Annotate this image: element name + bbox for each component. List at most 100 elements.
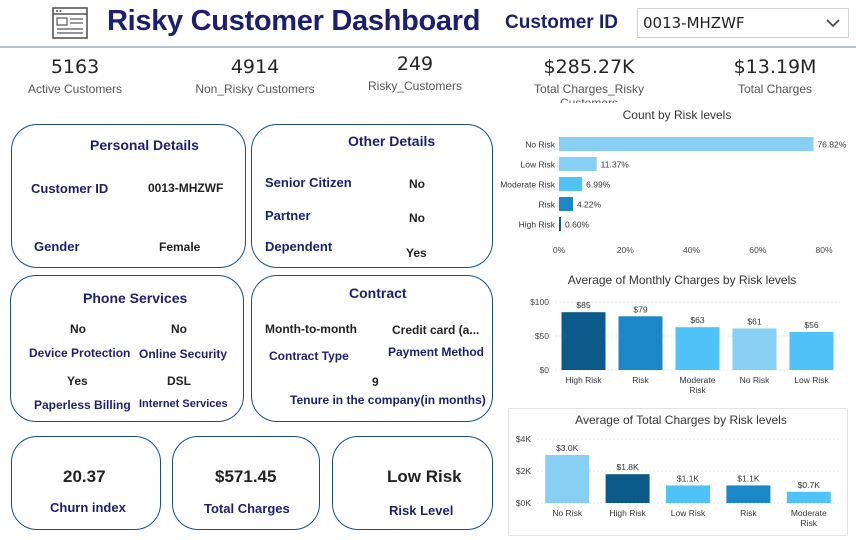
card-title: Phone Services [83, 290, 188, 306]
x-tick-label: Low Risk [794, 375, 829, 385]
card-title: Personal Details [90, 137, 199, 153]
x-tick-label: 40% [683, 245, 700, 255]
bar [618, 316, 663, 370]
kpi-value: $13.19M [733, 56, 817, 78]
device-protection-value: No [70, 322, 86, 336]
chevron-down-icon[interactable] [824, 14, 842, 32]
page-title: Risky Customer Dashboard [107, 5, 481, 37]
churn-index-value: 20.37 [63, 467, 106, 486]
gender-label: Gender [34, 239, 80, 254]
dependent-value: Yes [406, 246, 427, 260]
monthly-charges-chart: Average of Monthly Charges by Risk level… [505, 268, 851, 406]
bar [559, 177, 583, 191]
bar [559, 157, 597, 171]
online-security-value: No [171, 322, 187, 336]
bar [789, 331, 834, 370]
bar [605, 474, 650, 503]
risk-level-card: Low Risk Risk Level [332, 436, 493, 530]
y-tick-label: $4K [516, 434, 531, 444]
data-label: $1.1K [677, 473, 700, 483]
data-label: $1.1K [737, 473, 760, 483]
bar [786, 491, 831, 503]
x-tick-label: Risk [632, 375, 649, 385]
y-tick-label: $0 [540, 365, 550, 375]
bar [545, 455, 590, 503]
bar [561, 312, 606, 370]
x-tick-label: Risk [740, 508, 757, 518]
kpi-value: 249 [396, 53, 434, 75]
paperless-billing-value: Yes [67, 374, 88, 388]
bar [675, 327, 720, 370]
dependent-label: Dependent [265, 239, 333, 254]
x-tick-label: Risk [689, 385, 706, 395]
card-title: Contract [349, 285, 407, 301]
count-by-risk-svg: Count by Risk levels No Risk 76.82% Low Ri… [500, 108, 847, 255]
kpi-value: 4914 [230, 56, 280, 78]
senior-citizen-value: No [409, 177, 425, 191]
internet-services-value: DSL [167, 374, 191, 388]
contract-type-label: Contract Type [269, 349, 349, 363]
senior-citizen-label: Senior Citizen [265, 175, 352, 190]
x-tick-label: 80% [815, 245, 832, 255]
y-tick-label: No Risk [525, 140, 556, 150]
data-label: $79 [633, 304, 647, 314]
customer-id-selected-value: 0013-MHZWF [643, 14, 745, 32]
card-title: Other Details [348, 133, 436, 149]
total-charges-chart: Average of Total Charges by Risk levels … [508, 408, 848, 536]
data-label: $0.7K [798, 480, 821, 490]
bar [559, 217, 561, 231]
data-label: $63 [690, 315, 704, 325]
gender-value: Female [159, 240, 201, 254]
bar [726, 485, 771, 503]
data-label: $3.0K [556, 443, 579, 453]
count-by-risk-chart: Count by Risk levels No Risk 76.82% Low Ri… [497, 103, 849, 265]
data-label: $85 [576, 300, 590, 310]
x-tick-label: No Risk [552, 508, 583, 518]
partner-value: No [409, 211, 425, 225]
x-tick-label: Risk [801, 518, 818, 528]
kpi-active-customers: 5163 Active Customers [20, 56, 130, 96]
paperless-billing-label: Paperless Billing [34, 398, 131, 412]
data-label: $56 [804, 320, 818, 330]
header-divider [0, 46, 856, 48]
other-details-card: Other Details Senior Citizen No Partner … [251, 124, 493, 268]
x-tick-label: No Risk [740, 375, 771, 385]
y-tick-label: $2K [516, 466, 531, 476]
churn-index-card: 20.37 Churn index [11, 436, 161, 530]
dashboard-icon [52, 7, 88, 39]
churn-index-label: Churn index [50, 500, 126, 515]
y-tick-label: $50 [535, 331, 549, 341]
x-tick-label: Low Risk [671, 508, 706, 518]
kpi-total-charges-risky: $285.27K Total Charges_Risky Customers [507, 56, 671, 110]
device-protection-label: Device Protection [29, 346, 131, 360]
kpi-label: Active Customers [27, 82, 123, 96]
total-charges-svg: Average of Total Charges by Risk levels … [516, 413, 839, 528]
chart-title: Average of Monthly Charges by Risk level… [568, 273, 797, 287]
x-tick-label: High Risk [565, 375, 602, 385]
kpi-risky-customers: 249 Risky_Customers [360, 53, 470, 93]
x-tick-label: High Risk [609, 508, 646, 518]
chart-title: Count by Risk levels [623, 108, 732, 122]
header: Risky Customer Dashboard Customer ID 001… [0, 0, 856, 46]
y-tick-label: Low Risk [521, 160, 556, 170]
phone-services-card: Phone Services No Device Protection No O… [10, 275, 244, 422]
y-tick-label: Risk [538, 200, 555, 210]
payment-method-value: Credit card (a... [392, 323, 480, 337]
contract-type-value: Month-to-month [265, 322, 357, 336]
customer-id-filter-label: Customer ID [505, 12, 618, 33]
kpi-non-risky-customers: 4914 Non_Risky Customers [195, 56, 315, 96]
data-label: 0.60% [565, 220, 590, 230]
customer-id-dropdown[interactable]: 0013-MHZWF [637, 8, 849, 38]
data-label: 76.82% [817, 140, 846, 150]
data-label: 6.99% [586, 180, 611, 190]
x-tick-label: 20% [617, 245, 634, 255]
x-tick-label: Moderate [680, 375, 716, 385]
x-tick-label: Moderate [791, 508, 827, 518]
data-label: $1.8K [616, 462, 639, 472]
contract-card: Contract Month-to-month Contract Type Cr… [251, 275, 493, 422]
bar [732, 328, 777, 370]
kpi-total-charges: $13.19M Total Charges [720, 56, 830, 96]
bar [559, 197, 573, 211]
bar [559, 137, 814, 151]
risk-level-label: Risk Level [389, 503, 454, 518]
